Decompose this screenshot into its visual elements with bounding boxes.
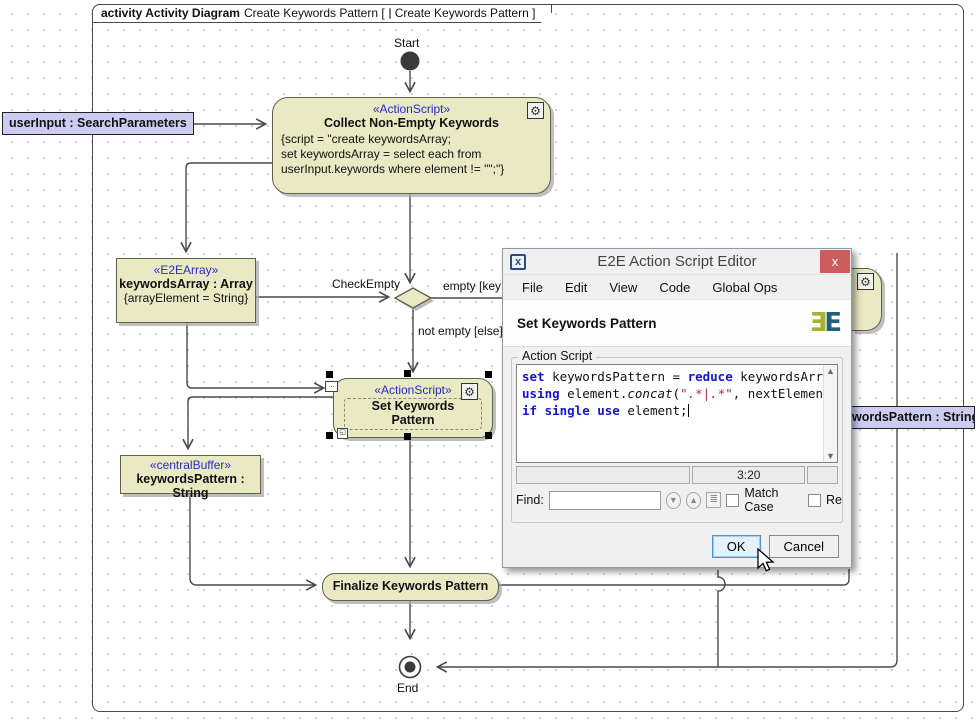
highlight-all-button[interactable]: ≣ bbox=[706, 492, 721, 508]
dialog-titlebar[interactable]: x E2E Action Script Editor x bbox=[503, 249, 851, 275]
frame-diagram-name: Create Keywords Pattern [ bbox=[244, 6, 385, 20]
flow-buffer-to-finalize bbox=[190, 494, 315, 585]
userinput-object-label[interactable]: userInput : SearchParameters bbox=[2, 112, 194, 135]
diagram-frame-header[interactable]: activity Activity Diagram Create Keyword… bbox=[92, 4, 552, 23]
action-finalize-keywords-pattern[interactable]: Finalize Keywords Pattern bbox=[322, 573, 499, 601]
diagram-icon bbox=[389, 8, 391, 19]
tagged-value: {arrayElement = String} bbox=[117, 291, 255, 305]
close-icon: x bbox=[832, 254, 839, 269]
selection-handle[interactable] bbox=[404, 370, 411, 377]
buffer-name: keywordsPattern : String bbox=[121, 472, 260, 500]
stereotype-label: «centralBuffer» bbox=[121, 456, 260, 472]
caret-position: 3:20 bbox=[692, 466, 805, 484]
code-line: set keywordsPattern = reduce keywordsArr… bbox=[522, 368, 819, 385]
action-name: Finalize Keywords Pattern bbox=[323, 574, 498, 593]
status-segment bbox=[807, 466, 838, 484]
code-line: if single use element; bbox=[522, 402, 819, 419]
object-node-keywords-array[interactable]: «E2EArray» keywordsArray : Array {arrayE… bbox=[116, 258, 256, 323]
keywords-pattern-object-label[interactable]: wordsPattern : String bbox=[845, 406, 975, 429]
guard-empty-label: empty [key bbox=[443, 279, 501, 293]
gear-icon[interactable]: ⚙ bbox=[857, 273, 874, 290]
menu-global-ops[interactable]: Global Ops bbox=[701, 277, 788, 298]
end-node-inner bbox=[405, 662, 416, 673]
end-label: End bbox=[397, 681, 418, 695]
editor-status-bar: 3:20 bbox=[516, 466, 838, 484]
selection-handle[interactable] bbox=[404, 433, 411, 440]
find-label: Find: bbox=[516, 493, 544, 507]
action-name-line1: Set Keywords bbox=[347, 399, 479, 413]
editor-scrollbar[interactable]: ▲ ▼ bbox=[823, 365, 837, 462]
action-set-keywords-pattern[interactable]: ⚙ «ActionScript» Set Keywords Pattern bbox=[333, 378, 493, 438]
menu-code[interactable]: Code bbox=[648, 277, 701, 298]
script-line: {script = "create keywordsArray; bbox=[281, 132, 544, 147]
selection-handle[interactable] bbox=[326, 371, 333, 378]
action-name-edit-box[interactable]: Set Keywords Pattern bbox=[344, 398, 482, 430]
gear-icon[interactable]: ⚙ bbox=[461, 383, 478, 400]
menu-bar: FileEditViewCodeGlobal Ops bbox=[503, 275, 851, 300]
list-icon: ≣ bbox=[710, 494, 718, 505]
dialog-header: Set Keywords Pattern ƎE bbox=[503, 300, 851, 347]
start-label: Start bbox=[394, 36, 419, 50]
selection-handle[interactable] bbox=[485, 432, 492, 439]
selection-handle[interactable] bbox=[485, 371, 492, 378]
gear-icon[interactable]: ⚙ bbox=[527, 102, 544, 119]
flow-finalize-right bbox=[499, 569, 849, 585]
frame-kind-label: activity Activity Diagram bbox=[101, 6, 240, 20]
find-input[interactable] bbox=[549, 491, 661, 510]
guard-not-empty-label: not empty [else] bbox=[418, 324, 503, 338]
menu-file[interactable]: File bbox=[511, 277, 554, 298]
flow-collect-to-array bbox=[186, 163, 272, 251]
script-line: set keywordsArray = select each from bbox=[281, 147, 544, 162]
dialog-title: E2E Action Script Editor bbox=[503, 253, 851, 270]
ok-button[interactable]: OK bbox=[712, 535, 761, 558]
cancel-button[interactable]: Cancel bbox=[769, 535, 839, 558]
action-collect-keywords[interactable]: ⚙ «ActionScript» Collect Non-Empty Keywo… bbox=[272, 97, 551, 194]
scroll-up-icon[interactable]: ▲ bbox=[824, 366, 837, 376]
script-line: userInput.keywords where element != "";"… bbox=[281, 162, 544, 177]
menu-edit[interactable]: Edit bbox=[554, 277, 598, 298]
e2e-logo-icon: ƎE bbox=[809, 310, 839, 336]
group-label: Action Script bbox=[518, 349, 596, 363]
action-script-text: {script = "create keywordsArray;set keyw… bbox=[273, 130, 550, 177]
dialog-heading: Set Keywords Pattern bbox=[517, 316, 657, 331]
frame-diagram-ref: Create Keywords Pattern ] bbox=[395, 6, 536, 20]
corner-adorner-box[interactable]: ◱ bbox=[337, 428, 348, 439]
status-segment bbox=[516, 466, 690, 484]
decision-name-label: CheckEmpty bbox=[332, 277, 400, 291]
action-name: Collect Non-Empty Keywords bbox=[273, 116, 550, 130]
flow-array-to-set bbox=[187, 323, 323, 388]
flow-set-to-buffer bbox=[188, 397, 333, 448]
close-button[interactable]: x bbox=[820, 250, 850, 273]
action-script-group: Action Script set keywordsPattern = redu… bbox=[511, 357, 843, 523]
input-pin-box[interactable]: ... bbox=[325, 381, 338, 392]
start-node bbox=[401, 52, 420, 71]
stereotype-label: «ActionScript» bbox=[273, 98, 550, 116]
regex-checkbox[interactable] bbox=[808, 494, 821, 507]
stereotype-label: «E2EArray» bbox=[117, 259, 255, 277]
object-name: keywordsArray : Array bbox=[117, 277, 255, 291]
text-caret bbox=[688, 404, 689, 417]
match-case-checkbox[interactable] bbox=[726, 494, 739, 507]
selection-handle[interactable] bbox=[326, 432, 333, 439]
code-editor[interactable]: set keywordsPattern = reduce keywordsArr… bbox=[516, 364, 838, 463]
action-script-editor-dialog: x E2E Action Script Editor x FileEditVie… bbox=[502, 248, 852, 568]
action-partially-hidden[interactable]: ⚙ bbox=[852, 268, 882, 331]
find-next-button[interactable]: ▼ bbox=[666, 492, 681, 509]
code-line: using element.concat(".*|.*", nextElemen… bbox=[522, 385, 819, 402]
regex-label: Re bbox=[826, 493, 842, 507]
find-bar: Find: ▼ ▲ ≣ Match Case Re bbox=[516, 488, 842, 512]
activity-diagram-canvas: { "frame": { "kind_bold": "activity Acti… bbox=[0, 0, 976, 722]
action-name-line2: Pattern bbox=[347, 413, 479, 427]
scroll-down-icon[interactable]: ▼ bbox=[824, 451, 837, 461]
match-case-label: Match Case bbox=[744, 488, 803, 512]
menu-view[interactable]: View bbox=[598, 277, 648, 298]
find-prev-button[interactable]: ▲ bbox=[686, 492, 701, 509]
central-buffer-node[interactable]: «centralBuffer» keywordsPattern : String bbox=[120, 455, 261, 494]
chevron-up-icon: ▲ bbox=[689, 495, 698, 505]
mouse-cursor bbox=[757, 548, 779, 574]
chevron-down-icon: ▼ bbox=[669, 495, 678, 505]
